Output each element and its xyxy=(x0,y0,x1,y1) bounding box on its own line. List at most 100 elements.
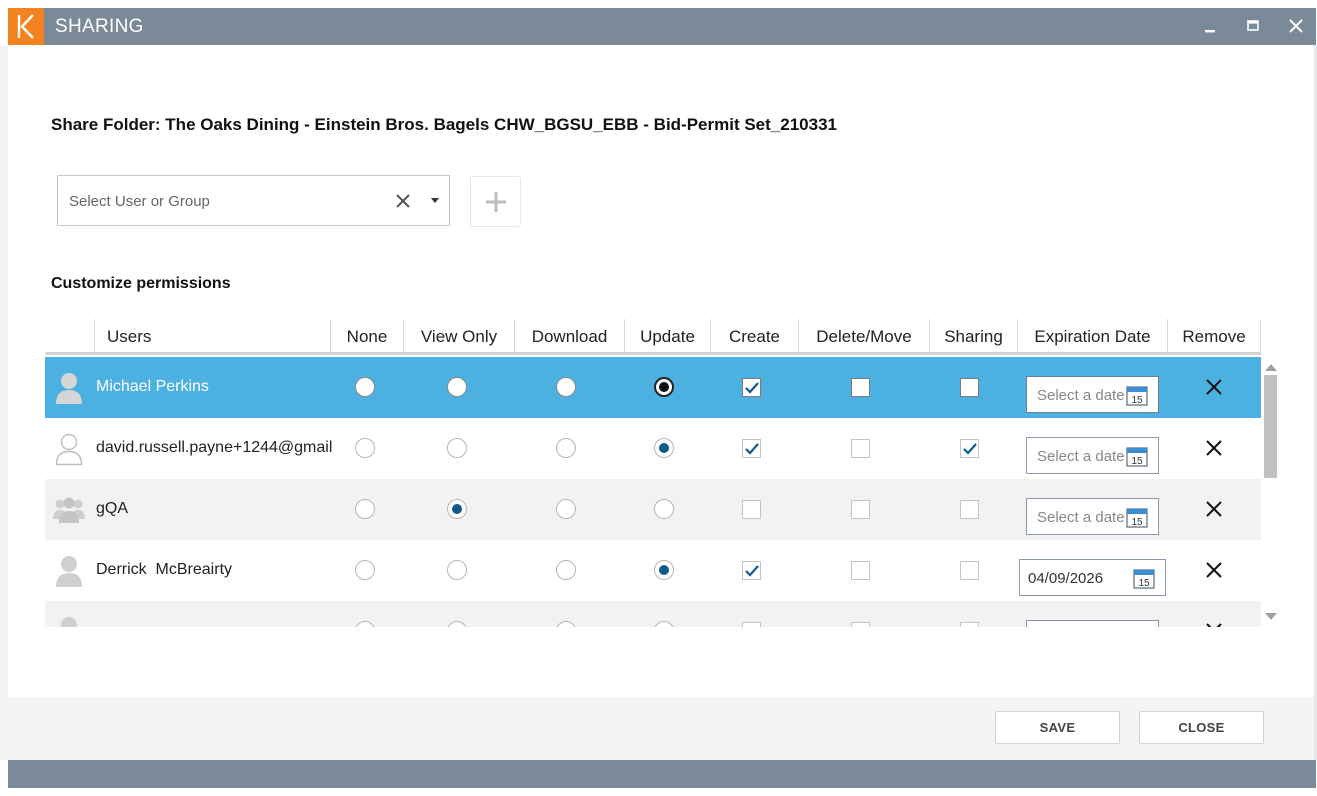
column-header-users: Users xyxy=(94,319,330,353)
expiration-date-picker[interactable]: 04/09/2026 15 xyxy=(1019,559,1166,596)
remove-icon[interactable] xyxy=(1206,440,1222,456)
delete-move-checkbox[interactable] xyxy=(851,500,870,519)
sharing-checkbox[interactable] xyxy=(960,500,979,519)
svg-text:15: 15 xyxy=(1131,456,1143,467)
app-logo-icon xyxy=(8,8,44,45)
remove-icon[interactable] xyxy=(1206,562,1222,578)
view-only-radio[interactable] xyxy=(447,438,467,458)
none-radio[interactable] xyxy=(355,438,375,458)
window-left-edge xyxy=(0,45,8,760)
delete-move-checkbox[interactable] xyxy=(851,378,870,397)
scroll-up-icon[interactable] xyxy=(1264,362,1278,372)
none-radio[interactable] xyxy=(355,377,375,397)
maximize-button[interactable] xyxy=(1239,12,1267,40)
sharing-dialog: SHARING Share Folder: The Oaks Dining - … xyxy=(0,0,1317,796)
column-header-update: Update xyxy=(624,319,710,353)
none-radio[interactable] xyxy=(355,499,375,519)
update-radio[interactable] xyxy=(654,499,674,519)
window-close-button[interactable] xyxy=(1282,12,1310,40)
create-checkbox[interactable] xyxy=(742,622,761,627)
expiration-date-picker[interactable]: Select a date 15 xyxy=(1026,437,1159,474)
remove-icon[interactable] xyxy=(1206,379,1222,395)
download-radio[interactable] xyxy=(556,438,576,458)
create-checkbox[interactable] xyxy=(742,500,761,519)
group-icon xyxy=(53,497,85,523)
user-name: gQA xyxy=(96,500,129,517)
create-checkbox[interactable] xyxy=(742,378,761,397)
view-only-radio[interactable] xyxy=(447,377,467,397)
user-name: david.russell.payne+1244@gmail xyxy=(96,439,332,456)
delete-move-checkbox[interactable] xyxy=(851,439,870,458)
person-icon xyxy=(61,617,77,627)
permissions-table-body: Michael Perkins Select a date 15 david.r… xyxy=(45,357,1261,627)
svg-text:15: 15 xyxy=(1131,517,1143,528)
checkmark-icon xyxy=(745,382,759,394)
expiration-date-value: 04/09/2026 xyxy=(1028,570,1104,587)
customize-permissions-heading: Customize permissions xyxy=(51,275,231,292)
close-button[interactable]: CLOSE xyxy=(1139,711,1264,744)
create-checkbox[interactable] xyxy=(742,439,761,458)
chevron-down-icon[interactable] xyxy=(430,198,440,204)
none-radio[interactable] xyxy=(355,621,375,627)
add-user-button[interactable] xyxy=(470,176,521,227)
user-name: Michael Perkins xyxy=(96,378,209,395)
delete-move-checkbox[interactable] xyxy=(851,561,870,580)
person-icon xyxy=(56,373,82,404)
scroll-down-icon[interactable] xyxy=(1264,612,1278,622)
share-folder-heading: Share Folder: The Oaks Dining - Einstein… xyxy=(51,115,837,134)
none-radio[interactable] xyxy=(355,560,375,580)
table-scrollbar[interactable] xyxy=(1263,360,1279,626)
table-row[interactable] xyxy=(45,601,1261,627)
column-header-none: None xyxy=(330,319,403,353)
update-radio[interactable] xyxy=(654,621,674,627)
delete-move-checkbox[interactable] xyxy=(851,622,870,627)
table-row[interactable]: Michael Perkins Select a date 15 xyxy=(45,357,1261,418)
sharing-checkbox[interactable] xyxy=(960,561,979,580)
view-only-radio[interactable] xyxy=(447,621,467,627)
download-radio[interactable] xyxy=(556,499,576,519)
expiration-date-picker[interactable] xyxy=(1026,620,1159,627)
download-radio[interactable] xyxy=(556,377,576,397)
view-only-radio[interactable] xyxy=(447,560,467,580)
user-group-select[interactable]: Select User or Group xyxy=(57,175,450,226)
user-group-placeholder: Select User or Group xyxy=(69,193,210,210)
remove-icon[interactable] xyxy=(1206,623,1222,627)
date-placeholder: Select a date xyxy=(1037,448,1125,465)
download-radio[interactable] xyxy=(556,621,576,627)
column-header-remove: Remove xyxy=(1167,319,1261,353)
minimize-button[interactable] xyxy=(1196,12,1224,40)
update-radio[interactable] xyxy=(654,377,674,397)
column-header-delete-move: Delete/Move xyxy=(798,319,929,353)
dialog-footer: SAVE CLOSE xyxy=(8,697,1314,760)
download-radio[interactable] xyxy=(556,560,576,580)
column-header-expiration-date: Expiration Date xyxy=(1017,319,1167,353)
create-checkbox[interactable] xyxy=(742,561,761,580)
permissions-table-header: Users None View Only Download Update Cre… xyxy=(45,319,1261,355)
expiration-date-picker[interactable]: Select a date 15 xyxy=(1026,376,1159,413)
calendar-icon[interactable]: 15 xyxy=(1126,506,1148,528)
calendar-icon[interactable]: 15 xyxy=(1126,445,1148,467)
calendar-icon[interactable]: 15 xyxy=(1126,384,1148,406)
plus-icon xyxy=(486,192,506,212)
update-radio[interactable] xyxy=(654,438,674,458)
table-row[interactable]: david.russell.payne+1244@gmail Select a … xyxy=(45,418,1261,479)
column-header-view-only: View Only xyxy=(403,319,514,353)
table-row[interactable]: gQA Select a date 15 xyxy=(45,479,1261,540)
sharing-checkbox[interactable] xyxy=(960,622,979,627)
sharing-checkbox[interactable] xyxy=(960,378,979,397)
save-button[interactable]: SAVE xyxy=(995,711,1120,744)
clear-icon[interactable] xyxy=(395,193,411,209)
calendar-icon[interactable]: 15 xyxy=(1133,567,1155,589)
scrollbar-thumb[interactable] xyxy=(1264,375,1277,478)
date-placeholder: Select a date xyxy=(1037,387,1125,404)
sharing-checkbox[interactable] xyxy=(960,439,979,458)
title-bar: SHARING xyxy=(8,8,1316,45)
user-name: Derrick McBreairty xyxy=(96,561,233,578)
column-header-sharing: Sharing xyxy=(929,319,1017,353)
table-row[interactable]: Derrick McBreairty 04/09/2026 15 xyxy=(45,540,1261,601)
remove-icon[interactable] xyxy=(1206,501,1222,517)
expiration-date-picker[interactable]: Select a date 15 xyxy=(1026,498,1159,535)
view-only-radio[interactable] xyxy=(447,499,467,519)
date-placeholder: Select a date xyxy=(1037,509,1125,526)
update-radio[interactable] xyxy=(654,560,674,580)
